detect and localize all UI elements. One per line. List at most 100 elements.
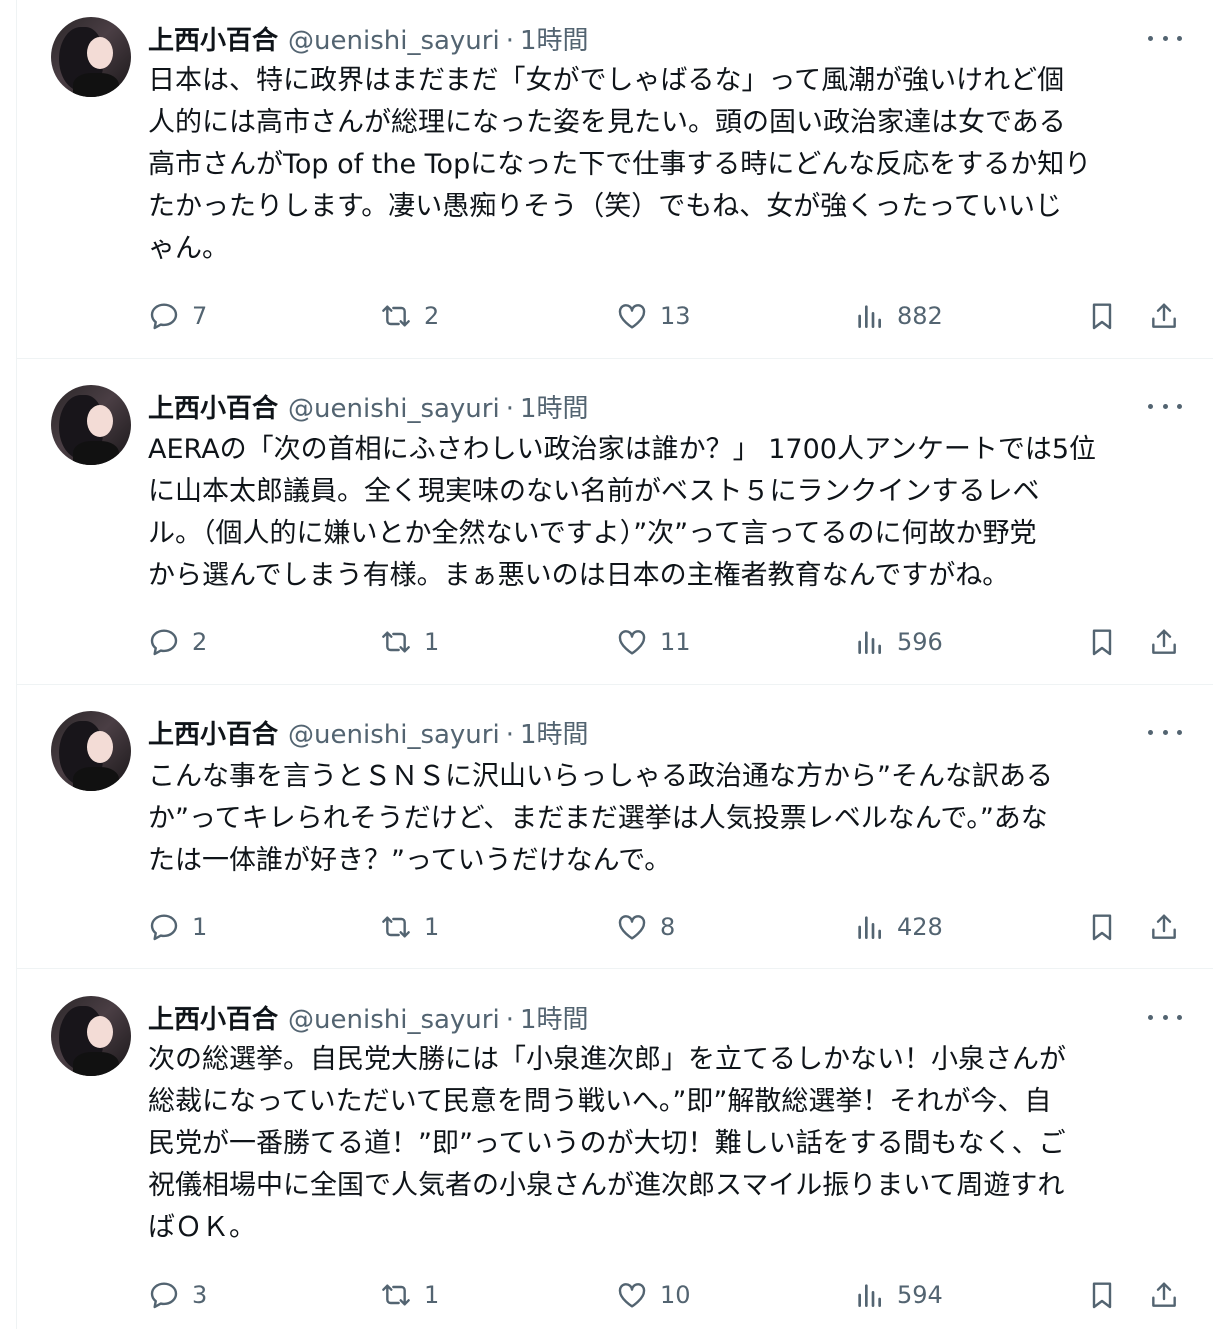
repost-button[interactable]: 2 (380, 296, 439, 336)
view-count: 428 (897, 913, 943, 941)
user-handle[interactable]: @uenishi_sayuri (288, 26, 500, 56)
tweet-text: 次の総選挙。自民党大勝には「小泉進次郎」を立てるしかない！小泉さんが 総裁になっ… (148, 1044, 1066, 1243)
user-handle[interactable]: @uenishi_sayuri (288, 720, 500, 750)
display-name[interactable]: 上西小百合 (148, 20, 278, 57)
views-button[interactable]: 596 (853, 622, 943, 662)
avatar[interactable] (51, 711, 131, 791)
share-button[interactable] (1148, 907, 1180, 947)
analytics-icon (858, 305, 881, 328)
like-count: 8 (660, 913, 676, 941)
share-icon (1152, 914, 1176, 939)
like-count: 11 (660, 628, 691, 656)
reply-button[interactable]: 1 (148, 907, 207, 947)
bookmark-button[interactable] (1086, 907, 1118, 947)
share-icon (1152, 629, 1176, 654)
share-button[interactable] (1148, 1275, 1180, 1315)
tweet[interactable]: 上西小百合 @uenishi_sayuri · 1時間 日本は、特に政界はまだま… (17, 0, 1213, 359)
heart-icon (618, 1283, 646, 1308)
separator-dot: · (505, 720, 514, 750)
avatar[interactable] (51, 17, 131, 97)
repost-count: 1 (424, 628, 440, 656)
share-icon (1152, 1282, 1176, 1307)
tweet[interactable]: 上西小百合 @uenishi_sayuri · 1時間 次の総選挙。自民党大勝に… (17, 969, 1213, 1329)
view-count: 596 (897, 628, 943, 656)
repost-icon (382, 916, 410, 938)
tweet-text: AERAの「次の首相にふさわしい政治家は誰か？」 1700人アンケートでは5位 … (148, 434, 1097, 591)
timestamp[interactable]: 1時間 (520, 388, 589, 425)
bookmark-button[interactable] (1086, 1275, 1118, 1315)
tweet[interactable]: 上西小百合 @uenishi_sayuri · 1時間 AERAの「次の首相にふ… (17, 359, 1213, 685)
repost-count: 1 (424, 1281, 440, 1309)
share-icon (1152, 303, 1176, 328)
like-button[interactable]: 8 (616, 907, 675, 947)
more-options-icon[interactable] (1148, 28, 1182, 48)
repost-count: 1 (424, 913, 440, 941)
like-button[interactable]: 13 (616, 296, 691, 336)
bookmark-icon (1092, 1282, 1112, 1309)
action-bar: 3 1 10 594 (148, 1275, 1188, 1315)
tweet-header: 上西小百合 @uenishi_sayuri · 1時間 (148, 714, 589, 750)
heart-icon (618, 304, 646, 329)
tweet-header: 上西小百合 @uenishi_sayuri · 1時間 (148, 999, 589, 1035)
display-name[interactable]: 上西小百合 (148, 714, 278, 751)
repost-button[interactable]: 1 (380, 1275, 439, 1315)
repost-icon (382, 631, 410, 653)
views-button[interactable]: 882 (853, 296, 943, 336)
share-button[interactable] (1148, 296, 1180, 336)
reply-icon (150, 1282, 178, 1309)
bookmark-button[interactable] (1086, 622, 1118, 662)
heart-icon (618, 915, 646, 940)
timestamp[interactable]: 1時間 (520, 714, 589, 751)
action-bar: 1 1 8 428 (148, 907, 1188, 947)
like-button[interactable]: 11 (616, 622, 691, 662)
repost-button[interactable]: 1 (380, 622, 439, 662)
bookmark-icon (1092, 914, 1112, 941)
separator-dot: · (505, 26, 514, 56)
like-count: 10 (660, 1281, 691, 1309)
avatar[interactable] (51, 385, 131, 465)
reply-count: 3 (192, 1281, 208, 1309)
tweet-header: 上西小百合 @uenishi_sayuri · 1時間 (148, 20, 589, 56)
reply-button[interactable]: 7 (148, 296, 207, 336)
analytics-icon (858, 1284, 881, 1307)
timestamp[interactable]: 1時間 (520, 999, 589, 1036)
timeline-feed: 上西小百合 @uenishi_sayuri · 1時間 日本は、特に政界はまだま… (16, 0, 1213, 1329)
separator-dot: · (505, 394, 514, 424)
separator-dot: · (505, 1005, 514, 1035)
display-name[interactable]: 上西小百合 (148, 388, 278, 425)
view-count: 594 (897, 1281, 943, 1309)
share-button[interactable] (1148, 622, 1180, 662)
bookmark-icon (1092, 629, 1112, 656)
reply-count: 2 (192, 628, 208, 656)
tweet-text: こんな事を言うとＳＮＳに沢山いらっしゃる政治通な方から”そんな訳ある か”ってキ… (148, 761, 1053, 876)
reply-icon (150, 629, 178, 656)
like-button[interactable]: 10 (616, 1275, 691, 1315)
more-options-icon[interactable] (1148, 396, 1182, 416)
views-button[interactable]: 594 (853, 1275, 943, 1315)
bookmark-button[interactable] (1086, 296, 1118, 336)
view-count: 882 (897, 302, 943, 330)
display-name[interactable]: 上西小百合 (148, 999, 278, 1036)
action-bar: 2 1 11 596 (148, 622, 1188, 662)
action-bar: 7 2 13 882 (148, 296, 1188, 336)
user-handle[interactable]: @uenishi_sayuri (288, 394, 500, 424)
reply-icon (150, 914, 178, 941)
more-options-icon[interactable] (1148, 1007, 1182, 1027)
like-count: 13 (660, 302, 691, 330)
reply-count: 1 (192, 913, 208, 941)
reply-icon (150, 303, 178, 330)
reply-button[interactable]: 3 (148, 1275, 207, 1315)
timestamp[interactable]: 1時間 (520, 20, 589, 57)
tweet[interactable]: 上西小百合 @uenishi_sayuri · 1時間 こんな事を言うとＳＮＳに… (17, 685, 1213, 969)
tweet-text: 日本は、特に政界はまだまだ「女がでしゃばるな」って風潮が強いけれど個 人的には高… (148, 65, 1092, 264)
views-button[interactable]: 428 (853, 907, 943, 947)
analytics-icon (858, 916, 881, 939)
more-options-icon[interactable] (1148, 722, 1182, 742)
repost-count: 2 (424, 302, 440, 330)
repost-button[interactable]: 1 (380, 907, 439, 947)
avatar[interactable] (51, 996, 131, 1076)
reply-button[interactable]: 2 (148, 622, 207, 662)
repost-icon (382, 305, 410, 327)
user-handle[interactable]: @uenishi_sayuri (288, 1005, 500, 1035)
tweet-header: 上西小百合 @uenishi_sayuri · 1時間 (148, 388, 589, 424)
